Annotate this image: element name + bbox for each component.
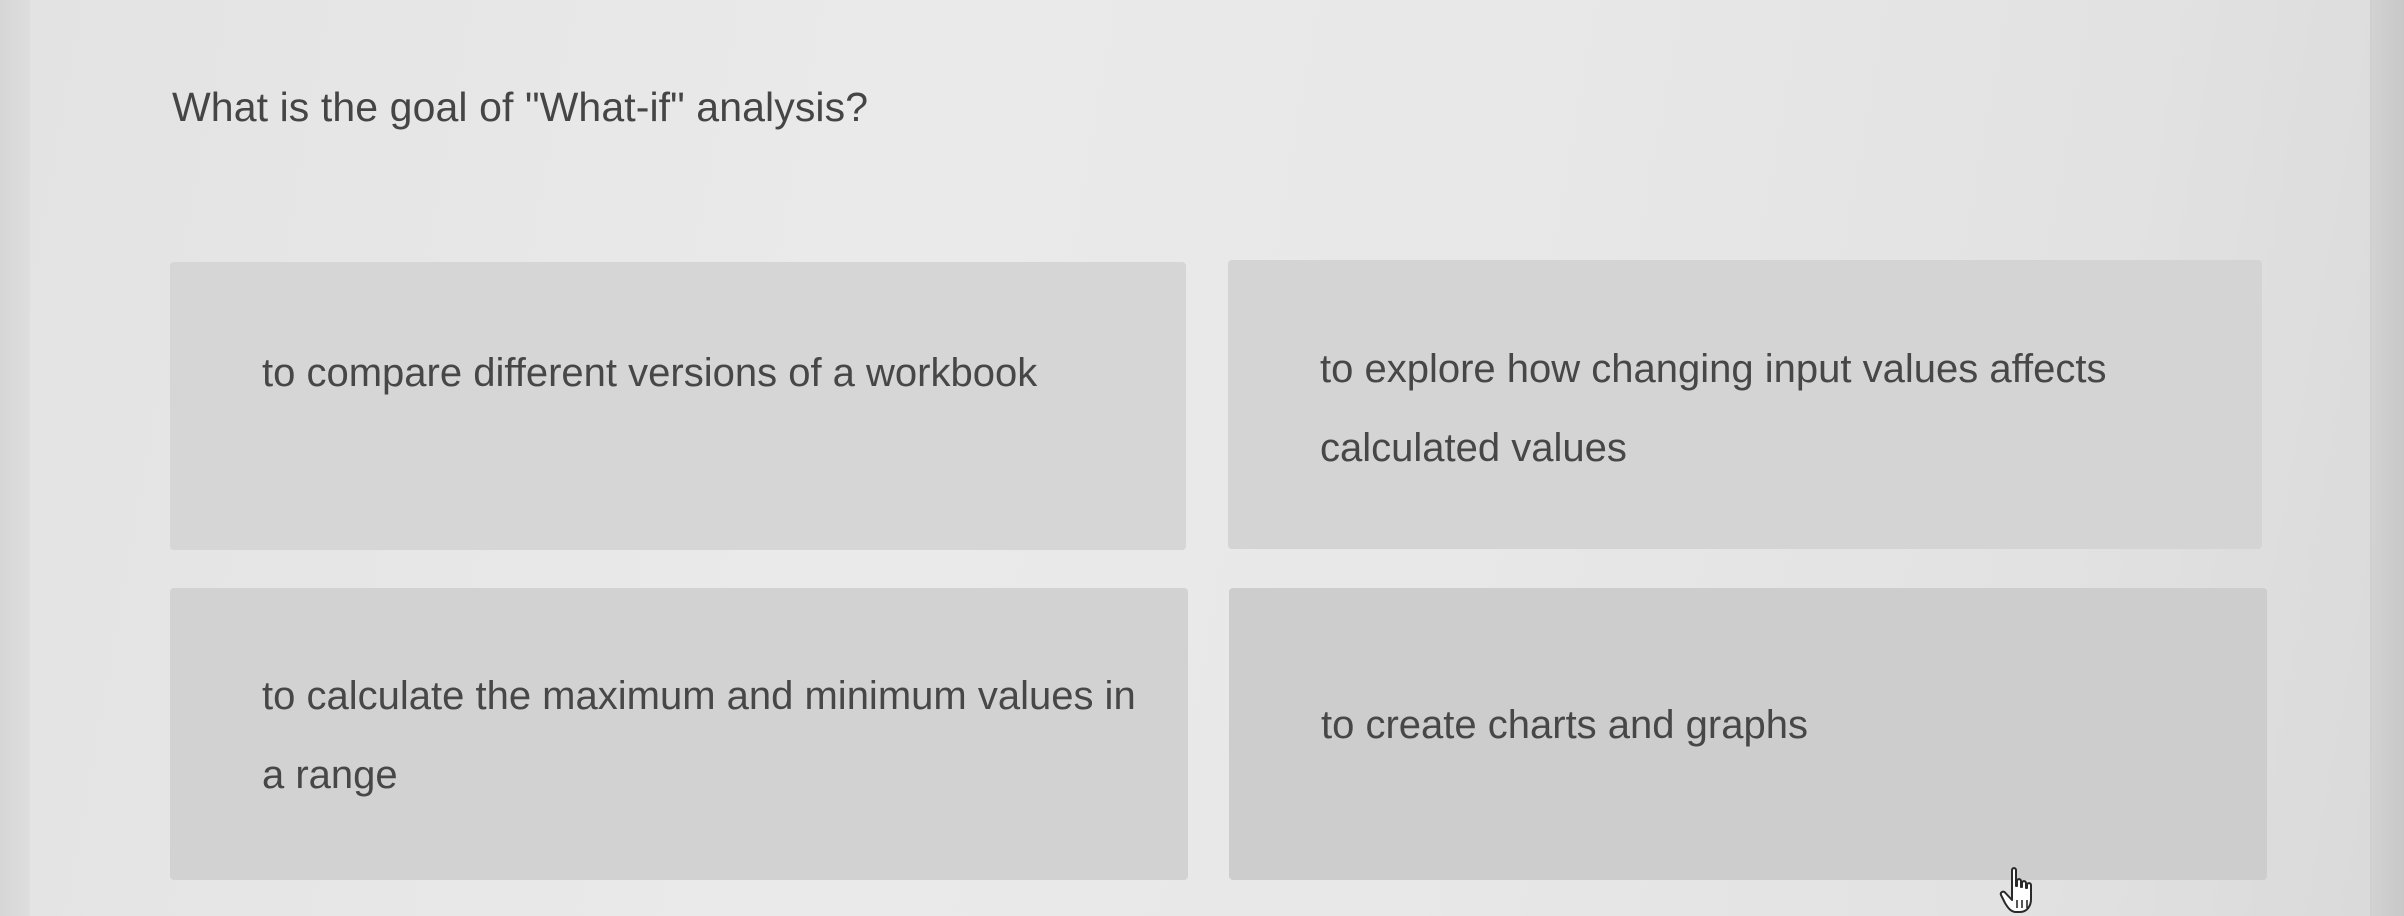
answer-option-label: to compare different versions of a workb… (262, 351, 1038, 395)
answer-option-label: to explore how changing input values aff… (1320, 347, 2107, 470)
screen-left-edge (0, 0, 31, 916)
answer-option-2[interactable]: to explore how changing input values aff… (1228, 260, 2262, 549)
hand-pointer-icon (1999, 867, 2032, 913)
screen-right-edge (2372, 0, 2404, 916)
answer-option-3[interactable]: to calculate the maximum and minimum val… (170, 588, 1188, 880)
question-text: What is the goal of "What-if" analysis? (172, 84, 869, 130)
answer-option-label: to calculate the maximum and minimum val… (262, 674, 1136, 797)
answer-option-1[interactable]: to compare different versions of a workb… (170, 262, 1186, 550)
answer-option-label: to create charts and graphs (1321, 703, 1808, 747)
answer-option-4[interactable]: to create charts and graphs (1229, 588, 2267, 880)
